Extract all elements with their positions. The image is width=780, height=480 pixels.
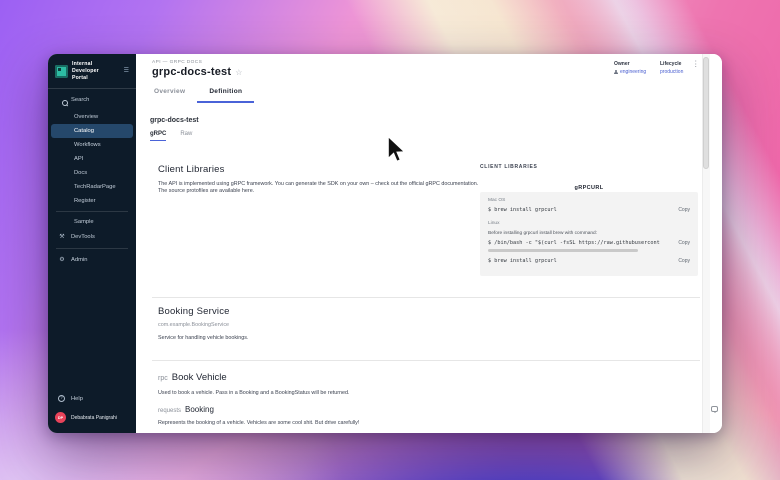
client-libraries-description-2: The source protofiles are available here… xyxy=(158,188,488,195)
macos-command-row: $ brew install grpcurl Copy xyxy=(488,207,690,213)
sidebar-item-techradarpage[interactable]: TechRadarPage xyxy=(48,180,136,194)
sidebar-nav: Overview Catalog Workflows API Docs Tech… xyxy=(48,110,136,268)
tab-grpcurl[interactable]: gRPCURL xyxy=(574,185,603,191)
sidebar-item-devtools[interactable]: ⚒ DevTools xyxy=(48,229,136,245)
vertical-scrollbar-thumb[interactable] xyxy=(703,57,709,169)
help-icon: ? xyxy=(58,395,66,402)
owner-block: Owner engineering xyxy=(614,61,646,75)
user-name: Debabrata Panigrahi xyxy=(71,415,117,421)
rpc-kind: rpc xyxy=(158,375,168,382)
booking-service-heading: Booking Service xyxy=(158,306,230,317)
feedback-icon[interactable] xyxy=(711,406,718,412)
brand-logo-icon xyxy=(55,65,68,78)
brand[interactable]: Internal Developer Portal ☰ xyxy=(48,54,136,89)
gear-icon: ⚙ xyxy=(58,257,66,263)
client-libraries-panel-title: CLIENT LIBRARIES xyxy=(480,164,538,170)
linux-command-2: $ brew install grpcurl xyxy=(488,258,557,264)
lifecycle-block: Lifecycle production xyxy=(660,61,683,75)
rpc-name: Book Vehicle xyxy=(172,372,227,383)
request-heading-row: requests Booking xyxy=(158,405,214,414)
sidebar-help-label: Help xyxy=(71,396,83,402)
app-window: Internal Developer Portal ☰ Search Overv… xyxy=(48,54,722,433)
copy-button[interactable]: Copy xyxy=(678,207,690,213)
lifecycle-label: Lifecycle xyxy=(660,61,683,67)
linux-label: Linux xyxy=(488,221,690,226)
brand-title: Internal Developer Portal xyxy=(72,61,120,81)
client-libraries-heading: Client Libraries xyxy=(158,164,225,175)
definition-card-tabs: gRPC Raw xyxy=(150,131,192,141)
sidebar-item-admin[interactable]: ⚙ Admin xyxy=(48,252,136,268)
section-divider xyxy=(152,297,700,298)
linux-command-row-2: $ brew install grpcurl Copy xyxy=(488,258,690,264)
sidebar-toggle-icon[interactable]: ☰ xyxy=(124,68,129,74)
main-content: API — GRPC DOCS grpc-docs-test ☆ Owner e… xyxy=(136,54,722,433)
mouse-cursor xyxy=(386,135,410,167)
sidebar-item-overview[interactable]: Overview xyxy=(48,110,136,124)
sidebar-footer: ? Help DP Debabrata Panigrahi xyxy=(48,390,136,433)
copy-button[interactable]: Copy xyxy=(678,240,690,246)
owner-value: engineering xyxy=(620,69,646,75)
linux-note: Before installing grpcurl install brew w… xyxy=(488,231,690,236)
install-instructions-panel: Mac OS $ brew install grpcurl Copy Linux… xyxy=(480,192,698,276)
sidebar-divider xyxy=(56,211,128,212)
sidebar-item-sample[interactable]: Sample xyxy=(48,215,136,229)
macos-command: $ brew install grpcurl xyxy=(488,207,557,213)
favorite-star-icon[interactable]: ☆ xyxy=(235,68,242,77)
entity-tabs: Overview Definition xyxy=(142,84,254,103)
sidebar: Internal Developer Portal ☰ Search Overv… xyxy=(48,54,136,433)
linux-command-1: $ /bin/bash -c "$(curl -fsSL https://raw… xyxy=(488,240,660,246)
request-name: Booking xyxy=(185,405,214,414)
sidebar-item-api[interactable]: API xyxy=(48,152,136,166)
rpc-description: Used to book a vehicle. Pass in a Bookin… xyxy=(158,390,578,397)
wrench-icon: ⚒ xyxy=(58,234,66,240)
group-icon xyxy=(614,70,618,74)
definition-card-title: grpc-docs-test xyxy=(150,117,199,124)
copy-button[interactable]: Copy xyxy=(678,258,690,264)
request-kind: requests xyxy=(158,408,181,414)
sidebar-item-search[interactable]: Search xyxy=(48,89,136,108)
sidebar-item-workflows[interactable]: Workflows xyxy=(48,138,136,152)
sidebar-user[interactable]: DP Debabrata Panigrahi xyxy=(48,407,136,428)
more-options-icon[interactable]: ⋮ xyxy=(692,59,700,68)
page-title: grpc-docs-test xyxy=(152,66,231,78)
sidebar-item-register[interactable]: Register xyxy=(48,194,136,208)
tab-grpc[interactable]: gRPC xyxy=(150,131,166,141)
page-title-row: grpc-docs-test ☆ xyxy=(152,66,242,78)
section-divider xyxy=(152,360,700,361)
owner-label: Owner xyxy=(614,61,646,67)
sidebar-devtools-label: DevTools xyxy=(71,234,95,240)
macos-label: Mac OS xyxy=(488,198,690,203)
tab-definition[interactable]: Definition xyxy=(197,84,254,103)
horizontal-scrollbar[interactable] xyxy=(488,249,638,252)
tab-overview[interactable]: Overview xyxy=(142,84,197,103)
user-avatar: DP xyxy=(55,412,66,423)
rpc-heading-row: rpc Book Vehicle xyxy=(158,372,227,383)
sidebar-search-label: Search xyxy=(71,97,89,103)
tab-raw[interactable]: Raw xyxy=(180,131,192,140)
booking-service-description: Service for handling vehicle bookings. xyxy=(158,335,249,342)
lifecycle-value: production xyxy=(660,69,683,75)
sidebar-divider xyxy=(56,248,128,249)
owner-link[interactable]: engineering xyxy=(614,69,646,75)
breadcrumb[interactable]: API — GRPC DOCS xyxy=(152,60,202,65)
request-description: Represents the booking of a vehicle. Veh… xyxy=(158,420,578,427)
booking-service-fqn: com.example.BookingService xyxy=(158,322,229,328)
sidebar-item-help[interactable]: ? Help xyxy=(48,390,136,407)
sidebar-admin-label: Admin xyxy=(71,257,87,263)
linux-command-row-1: $ /bin/bash -c "$(curl -fsSL https://raw… xyxy=(488,240,690,246)
sidebar-item-docs[interactable]: Docs xyxy=(48,166,136,180)
sidebar-item-catalog[interactable]: Catalog xyxy=(51,124,133,138)
